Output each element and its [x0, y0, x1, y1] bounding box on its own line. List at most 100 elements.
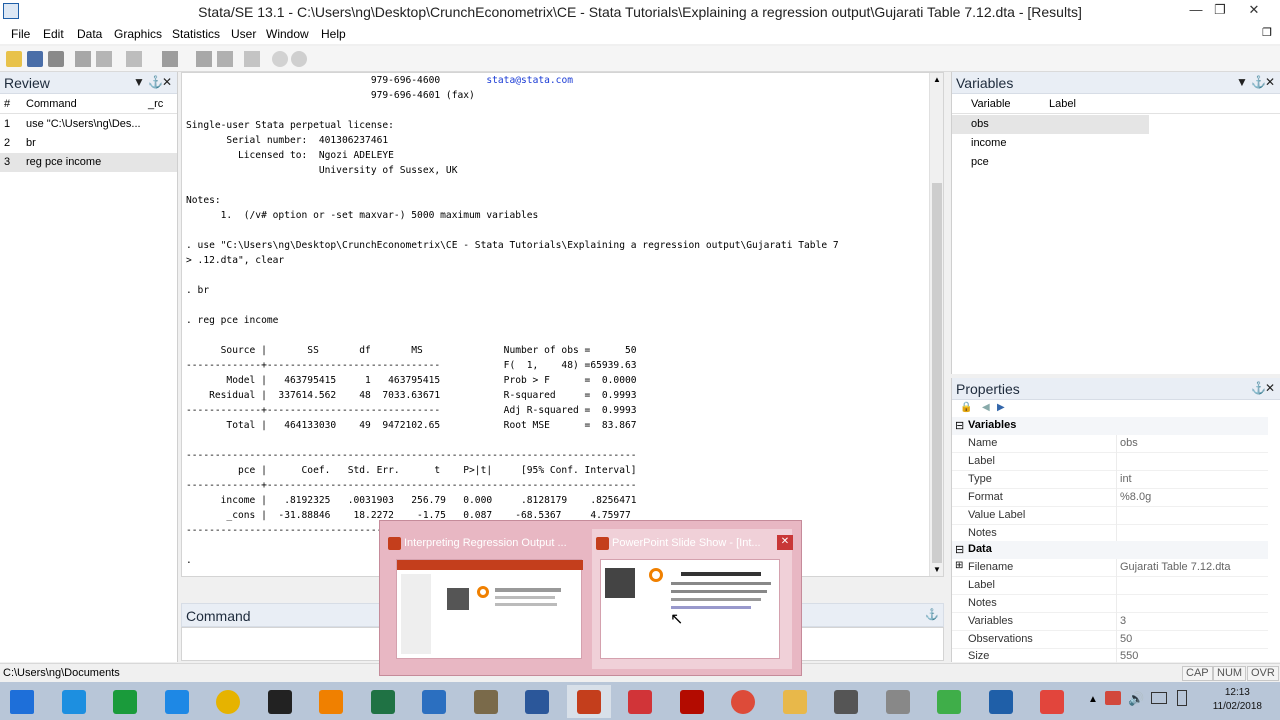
clock[interactable]: 12:13 11/02/2018	[1213, 686, 1262, 714]
review-row[interactable]: 1 use "C:\Users\ng\Des...	[0, 115, 177, 134]
menu-file[interactable]: File	[11, 27, 30, 41]
taskbar-en-books-icon[interactable]	[464, 685, 508, 718]
variable-row[interactable]: pce	[952, 153, 1149, 172]
thumbnail-card[interactable]: PowerPoint Slide Show - [Int...	[592, 529, 792, 669]
break-icon[interactable]	[291, 51, 307, 67]
pin-icon[interactable]: ⚓	[148, 75, 163, 89]
data-editor-icon[interactable]	[196, 51, 212, 67]
taskbar-acrobat-icon[interactable]	[670, 685, 714, 718]
property-row[interactable]: Value Label	[952, 507, 1268, 525]
properties-section-variables[interactable]: ⊟ Variables	[952, 417, 1268, 435]
restore-document-icon[interactable]: ❐	[1262, 26, 1272, 39]
property-row[interactable]: Notes	[952, 595, 1268, 613]
menu-graphics[interactable]: Graphics	[114, 27, 162, 41]
minimize-button[interactable]: —	[1184, 2, 1208, 20]
thumbnail-card[interactable]: Interpreting Regression Output ...	[384, 529, 584, 669]
variable-row[interactable]: obs	[952, 115, 1149, 134]
taskbar-internet-explorer-icon[interactable]	[52, 685, 96, 718]
taskbar-chrome-icon[interactable]	[721, 685, 765, 718]
property-row[interactable]: ⊞ Filename Gujarati Table 7.12.dta	[952, 559, 1268, 577]
close-icon[interactable]: ✕	[1265, 75, 1275, 89]
results-scrollbar[interactable]: ▲ ▼	[929, 73, 943, 576]
review-row[interactable]: 3 reg pce income	[0, 153, 177, 172]
tray-chevron-icon[interactable]: ▲	[1088, 694, 1098, 705]
menu-user[interactable]: User	[231, 27, 256, 41]
battery-icon[interactable]	[1177, 690, 1187, 706]
col-number[interactable]: #	[4, 98, 10, 110]
taskbar-tool-pen-icon[interactable]	[824, 685, 868, 718]
variables-manager-icon[interactable]	[244, 51, 260, 67]
close-icon[interactable]: ✕	[162, 75, 172, 89]
menu-edit[interactable]: Edit	[43, 27, 64, 41]
scroll-down-icon[interactable]: ▼	[933, 565, 941, 574]
taskbar-camtasia-icon[interactable]	[927, 685, 971, 718]
menu-window[interactable]: Window	[266, 27, 309, 41]
tray-app-icon[interactable]	[1105, 691, 1121, 705]
log-icon[interactable]	[75, 51, 91, 67]
review-row[interactable]: 2 br	[0, 134, 177, 153]
close-icon[interactable]: ✕	[1265, 381, 1275, 395]
data-browser-icon[interactable]	[217, 51, 233, 67]
taskbar-excel-icon[interactable]	[361, 685, 405, 718]
save-icon[interactable]	[27, 51, 43, 67]
results-line: ----------------------------------------…	[186, 450, 637, 461]
property-row[interactable]: Label	[952, 453, 1268, 471]
results-window[interactable]: 979-696-4600 stata@stata.com 979-696-460…	[181, 72, 944, 577]
pin-icon[interactable]: ⚓	[925, 608, 939, 621]
close-icon[interactable]: ✕	[777, 535, 793, 550]
open-icon[interactable]	[6, 51, 22, 67]
print-icon[interactable]	[48, 51, 64, 67]
viewer-icon[interactable]	[96, 51, 112, 67]
taskbar-file-explorer-icon[interactable]	[773, 685, 817, 718]
taskbar-store-icon[interactable]	[103, 685, 147, 718]
filter-icon[interactable]: ▼	[1236, 75, 1248, 89]
email-link[interactable]: stata@stata.com	[486, 75, 573, 86]
taskbar-powerpoint-icon[interactable]	[566, 685, 611, 718]
taskbar-app-feather-icon[interactable]	[155, 685, 199, 718]
pin-icon[interactable]: ⚓	[1251, 75, 1266, 89]
property-row[interactable]: Variables 3	[952, 613, 1268, 631]
col-command[interactable]: Command	[26, 98, 77, 110]
menu-help[interactable]: Help	[321, 27, 346, 41]
taskbar-app-red-icon[interactable]	[618, 685, 662, 718]
property-row[interactable]: Name obs	[952, 435, 1268, 453]
row-command: use "C:\Users\ng\Des...	[26, 118, 141, 130]
back-icon[interactable]: ◀	[982, 402, 990, 413]
taskbar-tool-satellite-icon[interactable]	[876, 685, 920, 718]
property-key: Label	[968, 455, 995, 467]
filter-icon[interactable]: ▼	[133, 75, 145, 89]
taskbar-screencast-icon[interactable]	[1030, 685, 1074, 718]
more-icon[interactable]	[272, 51, 288, 67]
volume-icon[interactable]: 🔊	[1128, 691, 1144, 707]
taskbar-calculator-icon[interactable]	[412, 685, 456, 718]
menu-data[interactable]: Data	[77, 27, 102, 41]
properties-section-data[interactable]: ⊟ Data	[952, 541, 1268, 559]
graph-icon[interactable]	[126, 51, 142, 67]
pin-icon[interactable]: ⚓	[1251, 381, 1266, 395]
taskbar-vlc-icon[interactable]	[309, 685, 353, 718]
col-rc[interactable]: _rc	[148, 98, 163, 110]
property-row[interactable]: Format %8.0g	[952, 489, 1268, 507]
taskbar-stata-icon[interactable]	[979, 685, 1023, 718]
property-row[interactable]: Observations 50	[952, 631, 1268, 649]
do-file-editor-icon[interactable]	[162, 51, 178, 67]
lock-icon[interactable]: 🔒	[960, 402, 972, 413]
scroll-up-icon[interactable]: ▲	[933, 75, 941, 84]
network-icon[interactable]	[1151, 692, 1167, 704]
forward-icon[interactable]: ▶	[997, 402, 1005, 413]
property-row[interactable]: Label	[952, 577, 1268, 595]
taskbar-word-icon[interactable]	[515, 685, 559, 718]
property-row[interactable]: Type int	[952, 471, 1268, 489]
results-line: Serial number: 401306237461	[186, 135, 389, 146]
col-label[interactable]: Label	[1049, 98, 1076, 110]
restore-button[interactable]: ❐	[1208, 2, 1232, 20]
variable-row[interactable]: income	[952, 134, 1149, 153]
taskbar-start-icon[interactable]	[0, 685, 44, 718]
menu-statistics[interactable]: Statistics	[172, 27, 220, 41]
close-button[interactable]: ✕	[1242, 2, 1266, 20]
scroll-thumb[interactable]	[932, 183, 942, 563]
taskbar-media-player-icon[interactable]	[206, 685, 250, 718]
col-variable[interactable]: Variable	[971, 98, 1011, 110]
taskbar-hp-icon[interactable]	[258, 685, 302, 718]
property-value: int	[1120, 473, 1132, 485]
